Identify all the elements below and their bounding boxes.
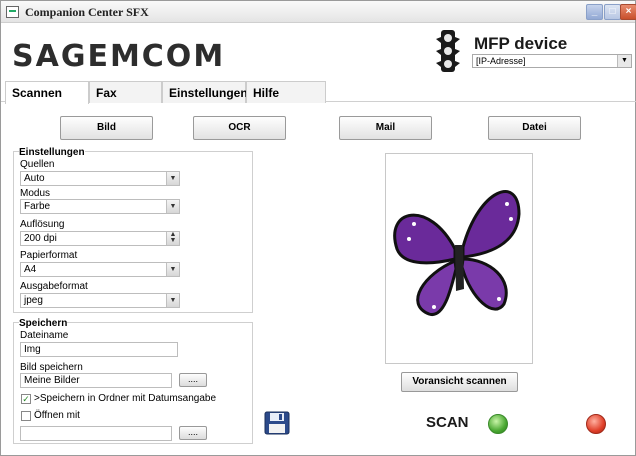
papierformat-select[interactable]: A4 ▼ bbox=[20, 262, 180, 277]
aufloesung-label: Auflösung bbox=[20, 219, 65, 230]
oeffnen-label: Öffnen mit bbox=[34, 410, 80, 421]
save-panel: Speichern Dateiname Img Bild speichern M… bbox=[13, 318, 253, 444]
butterfly-image bbox=[393, 190, 521, 316]
title-bar[interactable]: Companion Center SFX _ □ × bbox=[1, 1, 636, 23]
chevron-down-icon[interactable]: ▼ bbox=[166, 294, 179, 307]
quellen-value: Auto bbox=[24, 173, 45, 184]
dateiname-input[interactable]: Img bbox=[20, 342, 178, 357]
chevron-down-icon[interactable]: ▼ bbox=[166, 200, 179, 213]
aufloesung-value: 200 dpi bbox=[24, 233, 57, 244]
device-title: MFP device bbox=[474, 34, 568, 53]
maximize-button[interactable]: □ bbox=[604, 4, 621, 20]
browse-app-button[interactable]: .... bbox=[179, 426, 207, 440]
bild-speichern-input[interactable]: Meine Bilder bbox=[20, 373, 172, 388]
papierformat-label: Papierformat bbox=[20, 250, 78, 261]
minimize-button[interactable]: _ bbox=[586, 4, 603, 20]
tab-scannen[interactable]: Scannen bbox=[5, 81, 89, 104]
ausgabeformat-value: jpeg bbox=[24, 295, 43, 306]
close-button[interactable]: × bbox=[620, 4, 636, 20]
chevron-down-icon[interactable]: ▼ bbox=[166, 263, 179, 276]
floppy-disk-icon[interactable] bbox=[264, 411, 290, 435]
datei-button[interactable]: Datei bbox=[488, 116, 581, 140]
ausgabeformat-select[interactable]: jpeg ▼ bbox=[20, 293, 180, 308]
bild-button[interactable]: Bild bbox=[60, 116, 153, 140]
bild-speichern-label: Bild speichern bbox=[20, 362, 83, 373]
preview-scan-button[interactable]: Voransicht scannen bbox=[401, 372, 518, 392]
datum-checkbox[interactable]: ✓ bbox=[21, 394, 31, 404]
scan-label: SCAN bbox=[426, 414, 469, 431]
app-window: Companion Center SFX _ □ × SAGEMCOM MFP … bbox=[0, 0, 636, 456]
tab-fax[interactable]: Fax bbox=[89, 81, 162, 103]
mail-button[interactable]: Mail bbox=[339, 116, 432, 140]
chevron-down-icon[interactable]: ▼ bbox=[166, 172, 179, 185]
papierformat-value: A4 bbox=[24, 264, 37, 275]
brand-logo: SAGEMCOM bbox=[12, 39, 226, 74]
modus-select[interactable]: Farbe ▼ bbox=[20, 199, 180, 214]
tab-bar: Scannen Fax Einstellungen Hilfe bbox=[3, 81, 635, 104]
traffic-light-icon bbox=[436, 30, 460, 72]
settings-title: Einstellungen bbox=[19, 147, 85, 158]
window-title: Companion Center SFX bbox=[25, 5, 149, 19]
ocr-button[interactable]: OCR bbox=[193, 116, 286, 140]
ausgabeformat-label: Ausgabeformat bbox=[20, 281, 88, 292]
quellen-label: Quellen bbox=[20, 159, 55, 170]
oeffnen-checkbox[interactable] bbox=[21, 411, 31, 421]
settings-panel: Einstellungen Quellen Auto ▼ Modus Farbe… bbox=[13, 147, 253, 313]
oeffnen-input[interactable] bbox=[20, 426, 172, 441]
dateiname-label: Dateiname bbox=[20, 330, 69, 341]
modus-value: Farbe bbox=[24, 201, 51, 212]
confirm-scan-icon[interactable] bbox=[488, 414, 508, 434]
datum-checkbox-label: >Speichern in Ordner mit Datumsangabe bbox=[34, 393, 217, 404]
device-select-value: [IP-Adresse] bbox=[476, 56, 526, 66]
tab-einstellungen[interactable]: Einstellungen bbox=[162, 81, 248, 103]
chevron-down-icon[interactable]: ▼ bbox=[617, 55, 631, 67]
save-title: Speichern bbox=[19, 318, 68, 329]
preview-area bbox=[385, 153, 533, 364]
device-select[interactable]: [IP-Adresse] ▼ bbox=[472, 54, 632, 68]
aufloesung-stepper[interactable]: 200 dpi ▲ ▼ bbox=[20, 231, 180, 246]
cancel-icon[interactable] bbox=[586, 414, 606, 434]
modus-label: Modus bbox=[20, 188, 51, 199]
tab-hilfe[interactable]: Hilfe bbox=[246, 81, 326, 103]
browse-folder-button[interactable]: .... bbox=[179, 373, 207, 387]
app-icon bbox=[6, 6, 19, 18]
stepper-arrows-icon[interactable]: ▲ ▼ bbox=[166, 231, 179, 245]
quellen-select[interactable]: Auto ▼ bbox=[20, 171, 180, 186]
